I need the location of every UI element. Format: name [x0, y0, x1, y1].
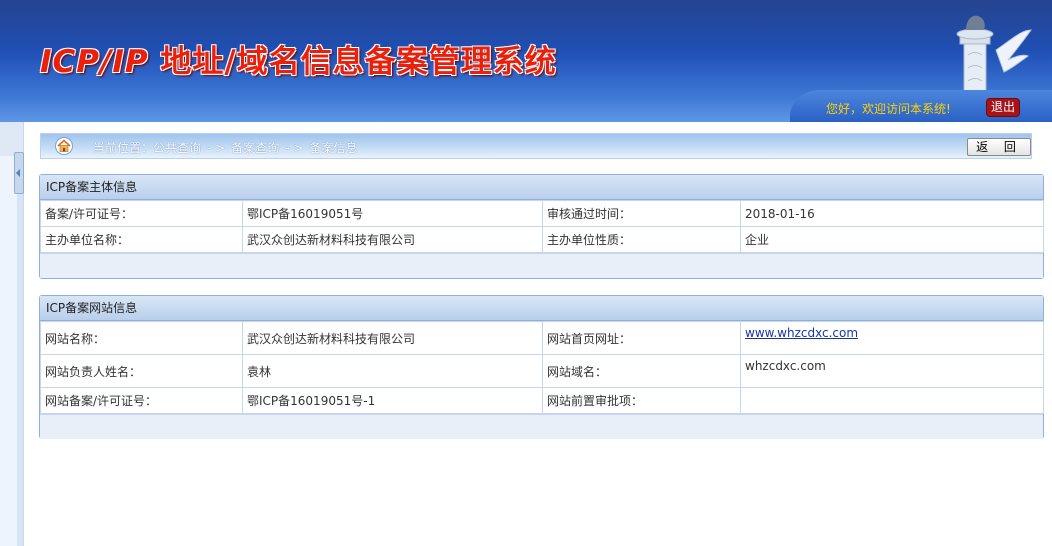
- field-label: 备案/许可证号：: [40, 200, 243, 227]
- field-label: 网站备案/许可证号：: [40, 387, 243, 414]
- collapse-arrow-icon[interactable]: [14, 152, 24, 194]
- field-label: 网站首页网址：: [542, 321, 741, 355]
- system-title-latin: ICP/IP: [40, 44, 149, 80]
- field-value: 2018-01-16: [740, 200, 1044, 227]
- homepage-url-link[interactable]: www.whzcdxc.com: [745, 326, 858, 340]
- breadcrumb: 当前位置：公共查询 - > 备案查询 - > 备案信息 返 回: [40, 133, 1032, 159]
- site-info-panel: ICP备案网站信息 网站名称： 武汉众创达新材料科技有限公司 网站首页网址： w…: [39, 295, 1044, 439]
- field-value: 武汉众创达新材料科技有限公司: [242, 321, 543, 355]
- table-row: 网站负责人姓名： 袁林 网站域名： whzcdxc.com: [40, 354, 1044, 388]
- field-value: 袁林: [242, 354, 543, 388]
- panel-title: ICP备案网站信息: [40, 296, 1043, 321]
- panel-footer: [40, 253, 1043, 278]
- panel-title: ICP备案主体信息: [40, 175, 1043, 200]
- field-label: 网站名称：: [40, 321, 243, 355]
- system-title-cjk: 地址/域名信息备案管理系统: [148, 44, 557, 80]
- field-value: www.whzcdxc.com: [740, 321, 1044, 355]
- breadcrumb-item-record-info: 备案信息: [309, 141, 358, 155]
- breadcrumb-separator: - >: [285, 141, 304, 155]
- field-value: 鄂ICP备16019051号: [242, 200, 543, 227]
- site-info-table: 网站名称： 武汉众创达新材料科技有限公司 网站首页网址： www.whzcdxc…: [40, 321, 1044, 414]
- logout-button[interactable]: 退出: [986, 98, 1020, 117]
- breadcrumb-item-record-query[interactable]: 备案查询: [231, 141, 279, 155]
- field-value: 鄂ICP备16019051号-1: [242, 387, 543, 414]
- panel-footer: [40, 414, 1043, 439]
- breadcrumb-item-public-query[interactable]: 公共查询: [153, 141, 201, 155]
- greeting-text: 您好，欢迎访问本系统!: [826, 102, 951, 116]
- field-value: 武汉众创达新材料科技有限公司: [242, 226, 543, 253]
- rail-top-block: [0, 122, 23, 156]
- system-title: ICP/IP 地址/域名信息备案管理系统: [40, 40, 557, 84]
- subject-info-panel: ICP备案主体信息 备案/许可证号： 鄂ICP备16019051号 审核通过时间…: [39, 174, 1044, 279]
- breadcrumb-separator: - >: [207, 141, 226, 155]
- field-label: 网站负责人姓名：: [40, 354, 243, 388]
- home-icon: [55, 137, 73, 155]
- field-value: 企业: [740, 226, 1044, 253]
- field-label: 审核通过时间：: [542, 200, 741, 227]
- field-value: whzcdxc.com: [740, 354, 1044, 388]
- breadcrumb-text: 当前位置：公共查询 - > 备案查询 - > 备案信息: [93, 139, 363, 156]
- back-button[interactable]: 返 回: [967, 138, 1031, 156]
- table-row: 主办单位名称： 武汉众创达新材料科技有限公司 主办单位性质： 企业: [40, 226, 1044, 253]
- breadcrumb-prefix: 当前位置：: [93, 141, 154, 155]
- field-label: 主办单位性质：: [542, 226, 741, 253]
- field-value: [740, 387, 1044, 414]
- field-label: 网站前置审批项：: [542, 387, 741, 414]
- table-row: 网站备案/许可证号： 鄂ICP备16019051号-1 网站前置审批项：: [40, 387, 1044, 414]
- subject-info-table: 备案/许可证号： 鄂ICP备16019051号 审核通过时间： 2018-01-…: [40, 200, 1044, 253]
- field-label: 网站域名：: [542, 354, 741, 388]
- field-label: 主办单位名称：: [40, 226, 243, 253]
- table-row: 网站名称： 武汉众创达新材料科技有限公司 网站首页网址： www.whzcdxc…: [40, 321, 1044, 355]
- table-row: 备案/许可证号： 鄂ICP备16019051号 审核通过时间： 2018-01-…: [40, 200, 1044, 227]
